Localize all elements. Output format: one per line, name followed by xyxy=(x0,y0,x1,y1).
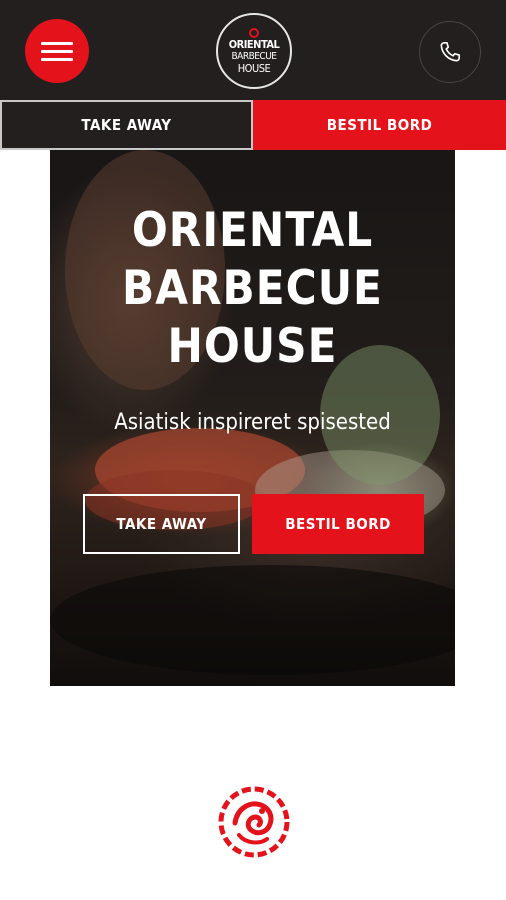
top-navigation-bar: ORIENTAL BARBECUE HOUSE xyxy=(0,0,506,100)
hamburger-menu-icon xyxy=(41,41,73,45)
restaurant-logo[interactable]: ORIENTAL BARBECUE HOUSE xyxy=(216,13,292,89)
hero-title: ORIENTAL BARBECUE HOUSE xyxy=(50,202,455,376)
hero-title-line-3: HOUSE xyxy=(167,319,338,374)
hero-title-line-2: BARBECUE xyxy=(122,261,383,316)
hero-subtitle: Asiatisk inspireret spisested xyxy=(114,410,391,435)
menu-button[interactable] xyxy=(25,19,89,83)
logo-line-2: BARBECUE xyxy=(231,50,277,62)
tab-take-away[interactable]: TAKE AWAY xyxy=(0,100,253,150)
logo-mark-icon xyxy=(249,27,259,38)
hero-take-away-button[interactable]: TAKE AWAY xyxy=(83,494,240,554)
dragon-emblem-icon xyxy=(218,786,290,858)
logo-line-1: ORIENTAL xyxy=(228,37,280,51)
phone-button[interactable] xyxy=(419,21,481,83)
action-tabs: TAKE AWAY BESTIL BORD xyxy=(0,100,506,150)
logo-line-3: HOUSE xyxy=(237,61,271,75)
phone-icon xyxy=(440,41,461,62)
hero-title-line-1: ORIENTAL xyxy=(131,203,374,258)
hero-bestil-bord-button[interactable]: BESTIL BORD xyxy=(252,494,424,554)
hero-banner: ORIENTAL BARBECUE HOUSE Asiatisk inspire… xyxy=(50,150,455,686)
tab-bestil-bord[interactable]: BESTIL BORD xyxy=(253,100,506,150)
